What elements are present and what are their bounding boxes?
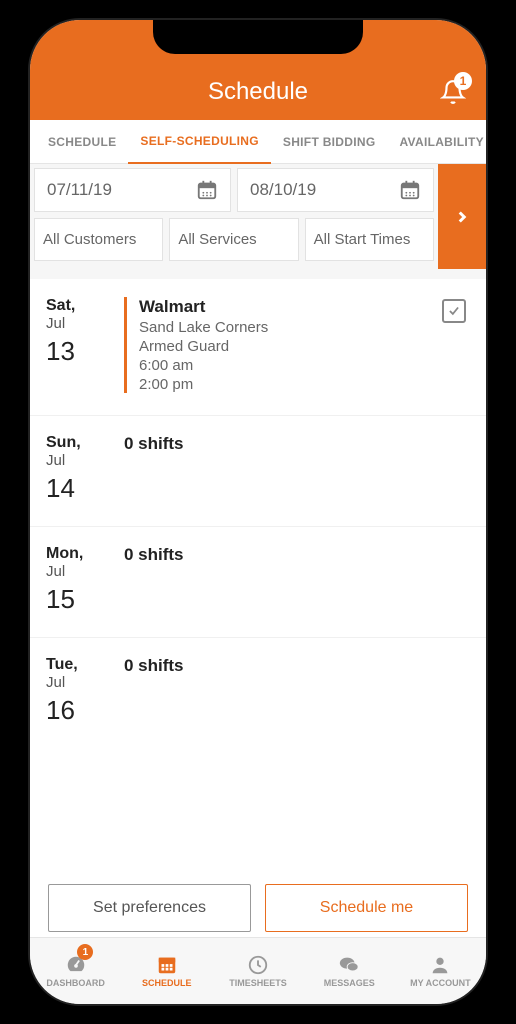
day-month: Jul (46, 674, 124, 691)
day-month: Jul (46, 315, 124, 332)
calendar-icon (399, 179, 421, 201)
phone-frame: Schedule 1 SCHEDULE SELF-SCHEDULING SHIF… (30, 20, 486, 1004)
nav-label: MY ACCOUNT (410, 978, 471, 988)
notifications-badge: 1 (454, 72, 472, 90)
nav-badge: 1 (77, 944, 93, 960)
device-notch (153, 20, 363, 54)
day-date: Sat, Jul 13 (46, 297, 124, 393)
apply-filters-button[interactable] (438, 164, 486, 269)
day-row: Mon, Jul 15 0 shifts (30, 527, 486, 638)
check-icon (447, 304, 461, 318)
date-from-value: 07/11/19 (47, 180, 112, 200)
shift-card[interactable]: Walmart Sand Lake Corners Armed Guard 6:… (124, 297, 470, 393)
day-date: Mon, Jul 15 (46, 545, 124, 615)
day-date: Tue, Jul 16 (46, 656, 124, 726)
zero-shifts-label: 0 shifts (124, 545, 470, 565)
nav-label: DASHBOARD (46, 978, 105, 988)
filters-panel: 07/11/19 08/10/19 All Customers All Serv… (30, 164, 486, 269)
nav-account[interactable]: MY ACCOUNT (395, 938, 486, 1004)
date-to-input[interactable]: 08/10/19 (237, 168, 434, 212)
tab-shift-bidding[interactable]: SHIFT BIDDING (271, 121, 388, 163)
day-weekday: Sun, (46, 434, 124, 452)
chevron-right-icon (453, 208, 471, 226)
zero-shifts-label: 0 shifts (124, 656, 470, 676)
day-number: 13 (46, 336, 124, 367)
day-list: Sat, Jul 13 Walmart Sand Lake Corners Ar… (30, 279, 486, 748)
nav-label: TIMESHEETS (229, 978, 287, 988)
zero-shifts-label: 0 shifts (124, 434, 470, 454)
filter-customers[interactable]: All Customers (34, 218, 163, 261)
shift-role: Armed Guard (139, 338, 470, 355)
day-weekday: Sat, (46, 297, 124, 315)
tab-self-scheduling[interactable]: SELF-SCHEDULING (128, 120, 271, 164)
tab-schedule[interactable]: SCHEDULE (36, 121, 128, 163)
notifications-button[interactable]: 1 (440, 78, 466, 106)
nav-messages[interactable]: MESSAGES (304, 938, 395, 1004)
day-weekday: Tue, (46, 656, 124, 674)
shift-start: 6:00 am (139, 357, 470, 374)
bottom-nav: DASHBOARD 1 SCHEDULE TIMESHEETS MESSAGES… (30, 937, 486, 1004)
calendar-icon (155, 954, 179, 976)
shift-location: Sand Lake Corners (139, 319, 470, 336)
day-number: 14 (46, 473, 124, 504)
day-number: 15 (46, 584, 124, 615)
nav-label: MESSAGES (324, 978, 375, 988)
shift-end: 2:00 pm (139, 376, 470, 393)
day-date: Sun, Jul 14 (46, 434, 124, 504)
day-month: Jul (46, 452, 124, 469)
clock-icon (246, 954, 270, 976)
tab-bar: SCHEDULE SELF-SCHEDULING SHIFT BIDDING A… (30, 120, 486, 164)
page-title: Schedule (208, 78, 308, 106)
filter-services[interactable]: All Services (169, 218, 298, 261)
shift-client: Walmart (139, 297, 470, 317)
day-row: Sat, Jul 13 Walmart Sand Lake Corners Ar… (30, 279, 486, 416)
day-weekday: Mon, (46, 545, 124, 563)
schedule-me-button[interactable]: Schedule me (265, 884, 468, 932)
day-month: Jul (46, 563, 124, 580)
set-preferences-button[interactable]: Set preferences (48, 884, 251, 932)
user-icon (428, 954, 452, 976)
calendar-icon (196, 179, 218, 201)
chat-icon (336, 954, 362, 976)
day-row: Sun, Jul 14 0 shifts (30, 416, 486, 527)
nav-dashboard[interactable]: DASHBOARD 1 (30, 938, 121, 1004)
section-divider (30, 269, 486, 279)
action-buttons: Set preferences Schedule me (30, 884, 486, 932)
date-from-input[interactable]: 07/11/19 (34, 168, 231, 212)
day-number: 16 (46, 695, 124, 726)
nav-timesheets[interactable]: TIMESHEETS (212, 938, 303, 1004)
filter-start-times[interactable]: All Start Times (305, 218, 434, 261)
date-to-value: 08/10/19 (250, 180, 316, 200)
day-row: Tue, Jul 16 0 shifts (30, 638, 486, 748)
shift-checkbox[interactable] (442, 299, 466, 323)
nav-label: SCHEDULE (142, 978, 192, 988)
nav-schedule[interactable]: SCHEDULE (121, 938, 212, 1004)
tab-availability[interactable]: AVAILABILITY (387, 121, 486, 163)
